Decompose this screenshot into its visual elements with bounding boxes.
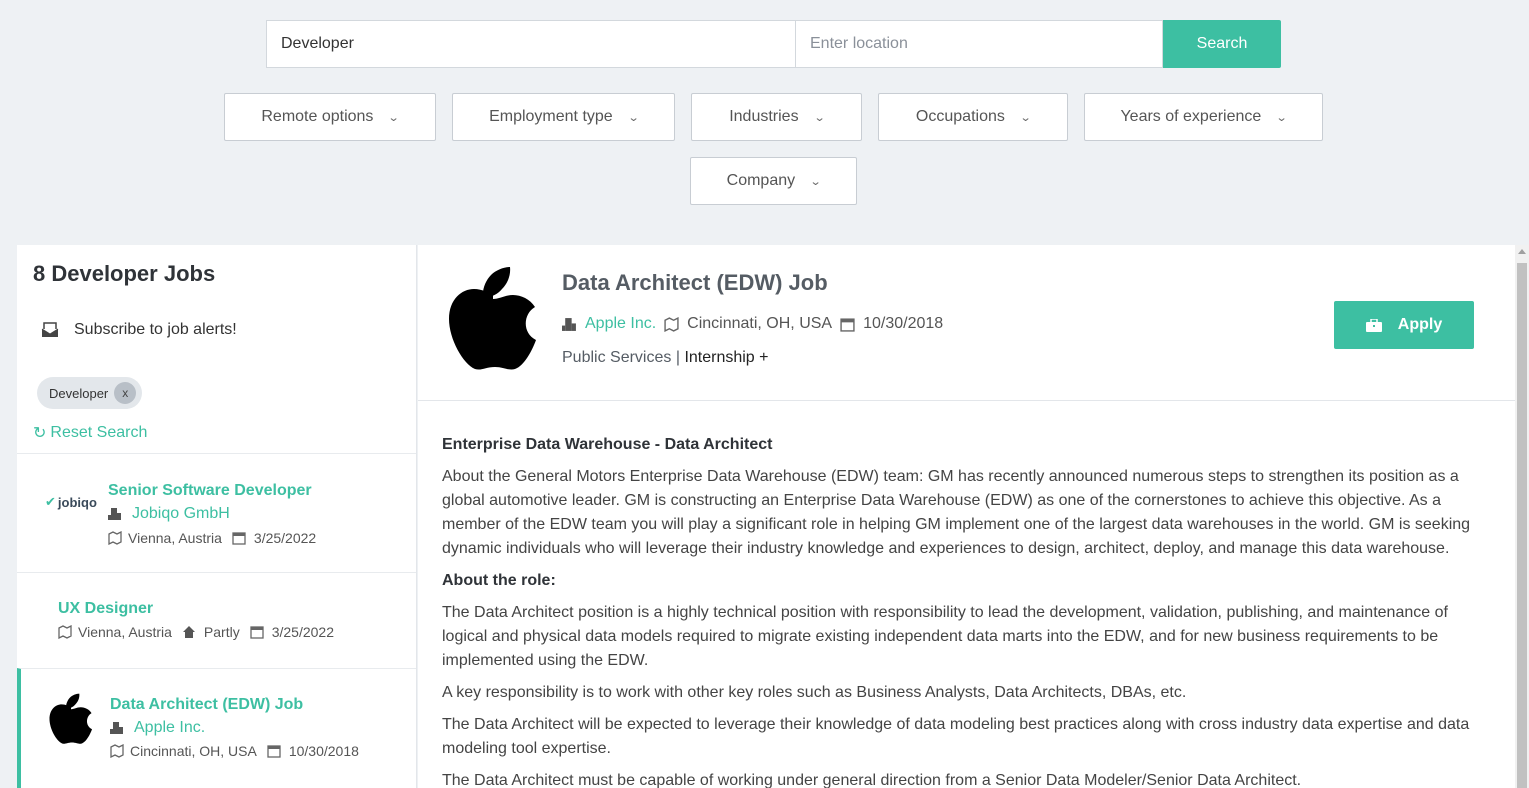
description-paragraph: The Data Architect must be capable of wo… <box>442 772 1302 788</box>
map-icon <box>108 531 122 545</box>
calendar-icon <box>267 745 281 758</box>
search-bar: Developer Enter location Search <box>266 20 1281 68</box>
chevron-down-icon: ⌄ <box>627 111 640 124</box>
description-heading: About the role: <box>442 572 556 589</box>
job-detail-employment: Internship + <box>684 349 769 366</box>
scroll-up-arrow-icon[interactable] <box>1518 249 1526 254</box>
job-meta: Vienna, Austria Partly 3/25/2022 <box>58 624 334 640</box>
job-list-item-active[interactable]: Data Architect (EDW) Job Apple Inc. Cinc… <box>17 668 416 788</box>
reset-icon: ↻ <box>33 425 47 442</box>
filter-label: Remote options <box>261 108 374 125</box>
job-count-title: 8 Developer Jobs <box>33 261 216 286</box>
filter-occupations[interactable]: Occupations ⌄ <box>878 93 1068 141</box>
job-company[interactable]: Apple Inc. <box>110 719 205 737</box>
description-paragraph: About the General Motors Enterprise Data… <box>442 468 1471 557</box>
filter-remote-options[interactable]: Remote options ⌄ <box>224 93 436 141</box>
job-detail-header: Data Architect (EDW) Job Apple Inc. Cinc… <box>418 245 1515 401</box>
calendar-icon <box>840 317 855 332</box>
job-title[interactable]: Data Architect (EDW) Job <box>110 696 303 714</box>
apply-label: Apply <box>1397 316 1443 333</box>
job-list-item[interactable]: UX Designer Vienna, Austria Partly 3/25/… <box>17 572 416 668</box>
job-remote: Partly <box>203 624 240 640</box>
job-meta: Cincinnati, OH, USA 10/30/2018 <box>110 743 359 759</box>
reset-search-link[interactable]: ↻ Reset Search <box>33 423 147 443</box>
map-icon <box>664 316 679 332</box>
filter-label: Employment type <box>489 108 613 125</box>
job-detail-date: 10/30/2018 <box>863 315 944 332</box>
job-detail-location: Cincinnati, OH, USA <box>687 315 833 332</box>
tag-separator: | <box>675 349 680 366</box>
job-date: 3/25/2022 <box>271 624 335 640</box>
filter-company[interactable]: Company ⌄ <box>690 157 857 205</box>
filter-employment-type[interactable]: Employment type ⌄ <box>452 93 675 141</box>
chip-remove-button[interactable]: x <box>114 382 137 404</box>
job-detail-title: Data Architect (EDW) Job <box>562 270 828 295</box>
search-button[interactable]: Search <box>1163 20 1281 68</box>
home-icon <box>182 626 195 638</box>
job-title[interactable]: UX Designer <box>58 600 153 618</box>
jobiqo-logo-text: jobiqo <box>57 494 97 510</box>
job-list-panel: 8 Developer Jobs Subscribe to job alerts… <box>17 245 417 788</box>
calendar-icon <box>250 626 264 639</box>
apple-logo <box>49 693 93 744</box>
chevron-down-icon: ⌄ <box>388 111 401 124</box>
job-detail-industry: Public Services <box>562 349 672 366</box>
reset-label: Reset Search <box>50 424 148 441</box>
chevron-down-icon: ⌄ <box>809 175 822 188</box>
keyword-input[interactable]: Developer <box>266 20 795 68</box>
mail-inbox-icon <box>41 322 59 337</box>
calendar-icon <box>232 532 246 545</box>
chevron-down-icon: ⌄ <box>1019 111 1032 124</box>
apply-button[interactable]: Apply <box>1334 301 1474 349</box>
description-heading: Enterprise Data Warehouse - Data Archite… <box>442 436 773 453</box>
building-icon <box>108 508 121 520</box>
chevron-down-icon: ⌄ <box>1275 111 1288 124</box>
job-location: Vienna, Austria <box>78 624 172 640</box>
filter-years-of-experience[interactable]: Years of experience ⌄ <box>1084 93 1323 141</box>
description-paragraph: The Data Architect will be expected to l… <box>442 716 1470 757</box>
job-detail-company[interactable]: Apple Inc. <box>585 315 656 333</box>
description-paragraph: The Data Architect position is a highly … <box>442 604 1448 669</box>
apple-logo <box>449 267 536 370</box>
job-detail-meta: Apple Inc. Cincinnati, OH, USA 10/30/201… <box>562 315 943 333</box>
map-icon <box>58 625 72 639</box>
job-company-label: Apple Inc. <box>134 719 206 736</box>
scrollbar-thumb[interactable] <box>1517 263 1527 788</box>
chip-label: Developer <box>49 385 109 401</box>
job-title[interactable]: Senior Software Developer <box>108 482 312 500</box>
briefcase-icon <box>1365 318 1382 332</box>
jobiqo-logo: ✔ jobiqo <box>45 494 97 510</box>
filter-industries[interactable]: Industries ⌄ <box>691 93 862 141</box>
job-company-label: Jobiqo GmbH <box>132 505 230 522</box>
job-date: 3/25/2022 <box>253 530 317 546</box>
filter-label: Occupations <box>915 108 1005 125</box>
job-description: Enterprise Data Warehouse - Data Archite… <box>442 433 1482 788</box>
location-input[interactable]: Enter location <box>795 20 1163 68</box>
job-date: 10/30/2018 <box>288 743 359 759</box>
job-meta: Vienna, Austria 3/25/2022 <box>108 530 316 546</box>
job-detail-panel: Data Architect (EDW) Job Apple Inc. Cinc… <box>418 245 1515 788</box>
map-icon <box>110 744 124 758</box>
subscribe-label: Subscribe to job alerts! <box>74 321 237 338</box>
filter-label: Industries <box>729 108 799 125</box>
filter-label: Company <box>726 172 796 189</box>
filter-label: Years of experience <box>1120 108 1262 125</box>
job-detail-tags: Public Services | Internship + <box>562 349 769 367</box>
job-location: Vienna, Austria <box>128 530 222 546</box>
description-paragraph: A key responsibility is to work with oth… <box>442 684 1187 701</box>
job-company[interactable]: Jobiqo GmbH <box>108 505 230 523</box>
chevron-down-icon: ⌄ <box>813 111 826 124</box>
building-icon <box>110 722 123 734</box>
jobiqo-logo-mark: ✔ <box>45 494 56 509</box>
building-icon <box>562 317 576 331</box>
detail-scrollbar[interactable] <box>1515 245 1529 788</box>
job-list-item[interactable]: ✔ jobiqo Senior Software Developer Jobiqo… <box>17 453 416 572</box>
subscribe-link[interactable]: Subscribe to job alerts! <box>41 321 237 339</box>
filter-chip-developer: Developer x <box>37 377 143 409</box>
job-location: Cincinnati, OH, USA <box>130 743 257 759</box>
